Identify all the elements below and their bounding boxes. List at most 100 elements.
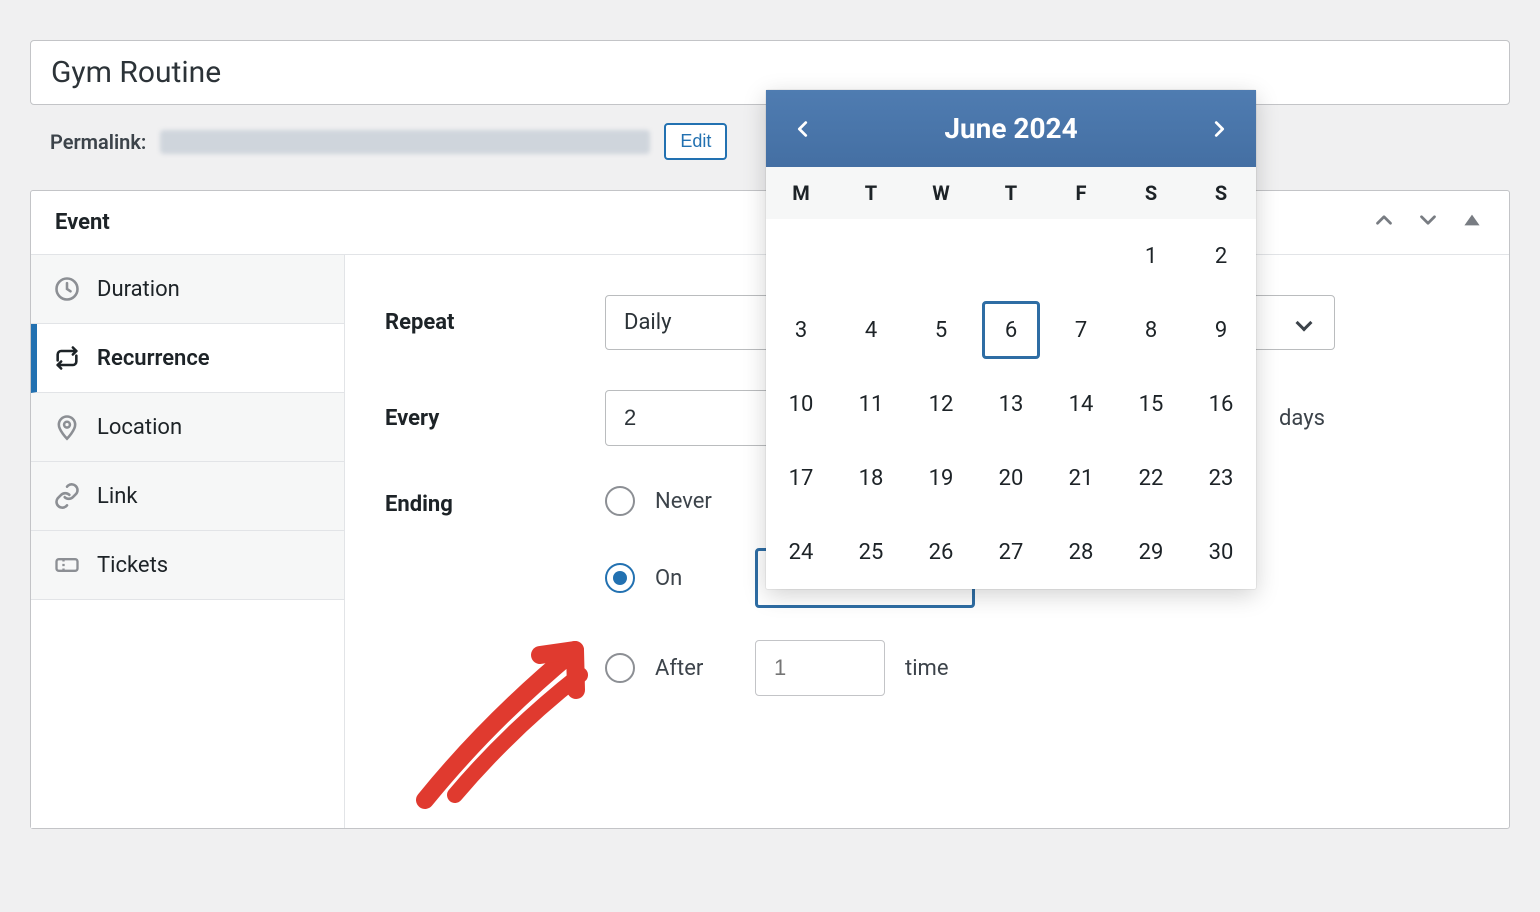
calendar-day-number: 26 — [929, 540, 954, 565]
calendar-day-2[interactable]: 2 — [1186, 219, 1256, 293]
calendar-day-number: 28 — [1069, 540, 1094, 565]
dayheader: T — [976, 167, 1046, 219]
calendar-day-9[interactable]: 9 — [1186, 293, 1256, 367]
radio-on[interactable] — [605, 563, 635, 593]
location-icon — [53, 413, 81, 441]
calendar-day-13[interactable]: 13 — [976, 367, 1046, 441]
dayheader: S — [1186, 167, 1256, 219]
calendar-day-7[interactable]: 7 — [1046, 293, 1116, 367]
panel-collapse-toggle[interactable] — [1459, 207, 1485, 238]
panel-up-toggle[interactable] — [1371, 207, 1397, 238]
calendar-day-24[interactable]: 24 — [766, 515, 836, 589]
chevron-up-icon — [1371, 207, 1397, 233]
calendar-day-26[interactable]: 26 — [906, 515, 976, 589]
tab-tickets[interactable]: Tickets — [31, 531, 344, 600]
calendar-day-number: 12 — [929, 392, 954, 417]
calendar-empty-cell — [976, 219, 1046, 293]
calendar-day-1[interactable]: 1 — [1116, 219, 1186, 293]
calendar-day-12[interactable]: 12 — [906, 367, 976, 441]
radio-never[interactable] — [605, 486, 635, 516]
tab-location[interactable]: Location — [31, 393, 344, 462]
calendar-day-11[interactable]: 11 — [836, 367, 906, 441]
permalink-url[interactable] — [160, 130, 650, 154]
datepicker-next[interactable] — [1208, 115, 1230, 143]
calendar-day-3[interactable]: 3 — [766, 293, 836, 367]
calendar-day-30[interactable]: 30 — [1186, 515, 1256, 589]
datepicker-prev[interactable] — [792, 115, 814, 143]
panel-toggles — [1371, 207, 1485, 238]
calendar-empty-cell — [1046, 219, 1116, 293]
calendar-day-23[interactable]: 23 — [1186, 441, 1256, 515]
calendar-day-number: 2 — [1215, 244, 1227, 269]
after-label: After — [655, 656, 735, 681]
calendar-day-number: 4 — [865, 318, 877, 343]
calendar-day-4[interactable]: 4 — [836, 293, 906, 367]
calendar-day-15[interactable]: 15 — [1116, 367, 1186, 441]
tab-label: Duration — [97, 277, 180, 302]
calendar-day-number: 7 — [1075, 318, 1087, 343]
calendar-day-27[interactable]: 27 — [976, 515, 1046, 589]
calendar-day-16[interactable]: 16 — [1186, 367, 1256, 441]
permalink-edit-button[interactable]: Edit — [664, 123, 727, 160]
tab-recurrence[interactable]: Recurrence — [31, 324, 344, 393]
calendar-day-10[interactable]: 10 — [766, 367, 836, 441]
calendar-day-25[interactable]: 25 — [836, 515, 906, 589]
radio-after[interactable] — [605, 653, 635, 683]
calendar-day-6[interactable]: 6 — [976, 293, 1046, 367]
calendar-day-17[interactable]: 17 — [766, 441, 836, 515]
ending-label: Ending — [385, 486, 605, 517]
event-title-text: Gym Routine — [51, 55, 221, 90]
chevron-right-icon — [1208, 115, 1230, 143]
triangle-up-icon — [1459, 207, 1485, 233]
repeat-label: Repeat — [385, 310, 605, 335]
calendar-day-22[interactable]: 22 — [1116, 441, 1186, 515]
link-icon — [53, 482, 81, 510]
calendar-day-18[interactable]: 18 — [836, 441, 906, 515]
calendar-day-28[interactable]: 28 — [1046, 515, 1116, 589]
calendar-day-number: 9 — [1215, 318, 1227, 343]
calendar-day-20[interactable]: 20 — [976, 441, 1046, 515]
calendar-day-19[interactable]: 19 — [906, 441, 976, 515]
calendar-day-number: 27 — [999, 540, 1024, 565]
calendar-day-number: 22 — [1139, 466, 1164, 491]
tab-label: Tickets — [97, 553, 168, 578]
every-label: Every — [385, 406, 605, 431]
calendar-day-number: 20 — [999, 466, 1024, 491]
calendar-day-14[interactable]: 14 — [1046, 367, 1116, 441]
repeat-value: Daily — [624, 310, 672, 335]
calendar-day-number: 3 — [795, 318, 807, 343]
chevron-down-icon — [1415, 207, 1441, 233]
calendar-day-number: 1 — [1145, 244, 1157, 269]
calendar-day-8[interactable]: 8 — [1116, 293, 1186, 367]
dayheader: W — [906, 167, 976, 219]
calendar-day-number: 11 — [859, 392, 884, 417]
every-unit: days — [1279, 406, 1325, 431]
repeat-icon — [53, 344, 81, 372]
tabs-sidebar: Duration Recurrence Location Link — [31, 255, 345, 828]
calendar-day-number: 21 — [1069, 466, 1094, 491]
calendar-day-number: 10 — [789, 392, 814, 417]
calendar-day-29[interactable]: 29 — [1116, 515, 1186, 589]
permalink-label: Permalink: — [50, 130, 146, 154]
calendar-empty-cell — [836, 219, 906, 293]
tab-link[interactable]: Link — [31, 462, 344, 531]
calendar-day-number: 5 — [935, 318, 947, 343]
calendar-day-number: 15 — [1139, 392, 1164, 417]
calendar-day-number: 8 — [1145, 318, 1157, 343]
datepicker-dayheaders: MTWTFSS — [766, 167, 1256, 219]
after-count-input[interactable] — [755, 640, 885, 696]
tab-label: Link — [97, 484, 138, 509]
tab-label: Recurrence — [97, 346, 210, 371]
calendar-day-number: 24 — [789, 540, 814, 565]
calendar-day-5[interactable]: 5 — [906, 293, 976, 367]
calendar-day-21[interactable]: 21 — [1046, 441, 1116, 515]
tab-duration[interactable]: Duration — [31, 255, 344, 324]
calendar-day-number: 6 — [982, 301, 1040, 359]
calendar-day-number: 17 — [789, 466, 814, 491]
dayheader: M — [766, 167, 836, 219]
datepicker-popover: June 2024 MTWTFSS 1234567891011121314151… — [766, 90, 1256, 589]
dayheader: S — [1116, 167, 1186, 219]
calendar-day-number: 18 — [859, 466, 884, 491]
panel-down-toggle[interactable] — [1415, 207, 1441, 238]
ending-after[interactable]: After time — [605, 640, 985, 696]
